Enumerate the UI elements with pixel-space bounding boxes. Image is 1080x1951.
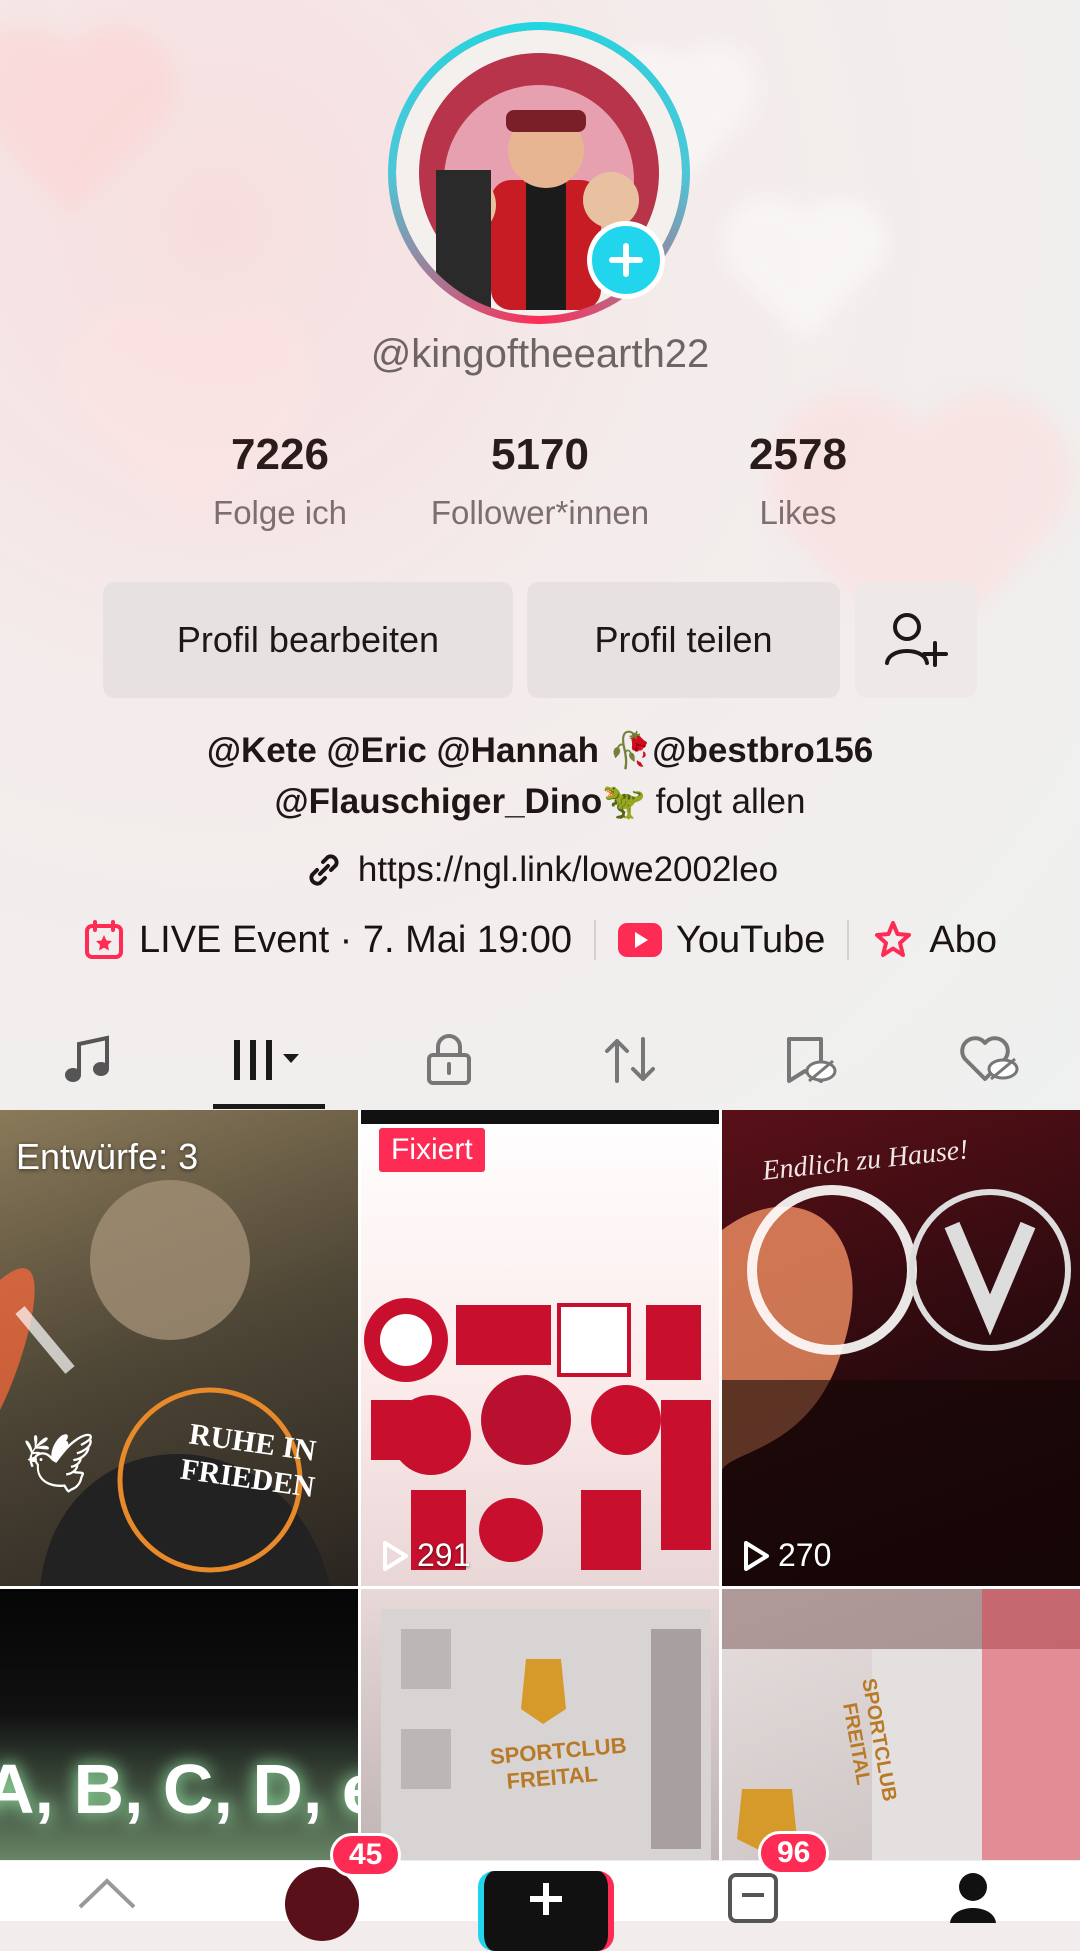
bio-link-text: https://ngl.link/lowe2002leo (357, 850, 779, 889)
youtube-label: YouTube (676, 918, 826, 961)
stat-following-label: Folge ich (213, 494, 347, 531)
stat-followers-value: 5170 (491, 430, 589, 479)
drafts-thumbnail (0, 1180, 330, 1586)
stat-following-value: 7226 (231, 430, 329, 479)
pinned-badge: Fixiert (379, 1128, 485, 1172)
profile-avatar[interactable] (388, 22, 690, 324)
bottom-navigation: 45 96 (0, 1831, 1080, 1951)
stat-likes-label: Likes (759, 494, 837, 531)
tab-music[interactable] (13, 1010, 163, 1110)
thumbnail-text: A, B, C, D, e (0, 1750, 358, 1828)
profile-username: @kingoftheearth22 (370, 332, 710, 376)
edit-profile-button[interactable]: Profil bearbeiten (103, 582, 513, 698)
nav-create[interactable] (478, 1871, 614, 1951)
video-tile[interactable]: SPORTCLUB FREITAL (722, 1589, 1080, 1867)
divider (847, 920, 850, 960)
heart-bokeh (0, 24, 175, 215)
view-count-value: 291 (417, 1537, 471, 1573)
drafts-label: Entwürfe: 3 (16, 1136, 199, 1177)
friends-avatar (285, 1867, 359, 1941)
stat-followers-label: Follower*innen (430, 494, 650, 531)
add-friends-button[interactable] (855, 582, 977, 698)
building-thumbnail (381, 1609, 711, 1867)
calendar-icon (85, 920, 124, 959)
pinned-video-tile[interactable]: Fixiert 291 (361, 1110, 719, 1586)
view-count: 291 (381, 1537, 470, 1574)
nav-friends[interactable] (285, 1867, 359, 1941)
stat-likes[interactable]: 2578 Likes (668, 430, 928, 532)
stat-following[interactable]: 7226 Folge ich (150, 430, 410, 532)
view-count: 270 (742, 1537, 831, 1574)
view-count-value: 270 (778, 1537, 832, 1573)
live-event-label: LIVE Event · 7. Mai 19:00 (139, 918, 573, 961)
inbox-icon (728, 1873, 778, 1923)
nav-inbox[interactable] (726, 1871, 780, 1930)
play-icon (744, 1540, 769, 1571)
repost-icon (605, 1037, 655, 1083)
divider (594, 920, 597, 960)
home-icon (78, 1878, 136, 1909)
heart-bokeh (723, 196, 887, 344)
tab-private[interactable] (374, 1010, 524, 1110)
grid-videos-icon (234, 1040, 299, 1080)
stat-followers[interactable]: 5170 Follower*innen (410, 430, 670, 532)
video-tile[interactable]: Endlich zu Hause! 270 (722, 1110, 1080, 1586)
video-tile[interactable]: A, B, C, D, e (0, 1589, 358, 1867)
bio-mention-dino[interactable]: @Flauschiger_Dino (275, 782, 603, 821)
stat-likes-value: 2578 (749, 430, 847, 479)
youtube-icon (618, 923, 663, 957)
lock-icon (427, 1034, 471, 1085)
dove-icon: 🕊 (22, 1431, 96, 1496)
drafts-tile[interactable]: RUHE IN FRIEDEN 🕊 Entwürfe: 3 (0, 1110, 358, 1586)
bio-line-1: @Kete @Eric @Hannah 🥀@bestbro156 (0, 730, 1080, 771)
plus-icon (609, 243, 643, 277)
music-note-icon (65, 1035, 109, 1082)
add-story-button[interactable] (587, 221, 665, 299)
tab-saved[interactable] (735, 1010, 885, 1110)
bio-dino-emoji: 🦖 (602, 782, 646, 821)
club-badges-thumbnail (361, 1110, 719, 1570)
create-button (478, 1871, 614, 1951)
bookmark-hidden-icon (787, 1037, 837, 1083)
add-user-icon (885, 613, 948, 667)
link-icon (309, 854, 339, 886)
nav-home[interactable] (72, 1867, 142, 1926)
profile-events-row: LIVE Event · 7. Mai 19:00 YouTube Abo (0, 918, 1080, 962)
friends-badge: 45 (330, 1833, 402, 1877)
video-tile[interactable]: SPORTCLUB FREITAL (361, 1589, 719, 1867)
youtube-link-chip[interactable]: YouTube (618, 919, 825, 962)
video-grid: RUHE IN FRIEDEN 🕊 Entwürfe: 3 Fixiert 29… (0, 1110, 1080, 1867)
profile-tabs (0, 1010, 1080, 1110)
inbox-badge: 96 (758, 1831, 830, 1875)
live-event-chip[interactable]: LIVE Event · 7. Mai 19:00 (83, 919, 572, 962)
bio-follow-text: folgt allen (645, 782, 806, 821)
bio-mentions[interactable]: @Kete @Eric @Hannah 🥀@bestbro156 (207, 731, 873, 770)
building-thumbnail (722, 1589, 1080, 1867)
heart-hidden-icon (960, 1036, 1019, 1081)
thumbnail-text: SPORTCLUB FREITAL (488, 1732, 628, 1794)
nav-profile[interactable] (948, 1869, 998, 1928)
share-profile-button[interactable]: Profil teilen (527, 582, 840, 698)
tab-videos[interactable] (194, 1010, 344, 1110)
bio-line-2: @Flauschiger_Dino🦖 folgt allen (0, 781, 1080, 822)
tab-reposts[interactable] (555, 1010, 705, 1110)
active-tab-indicator (213, 1104, 325, 1109)
subscription-chip[interactable]: Abo (871, 918, 997, 962)
star-badge-icon (875, 921, 912, 957)
tab-liked[interactable] (915, 1010, 1065, 1110)
profile-icon (950, 1873, 996, 1923)
play-icon (383, 1540, 408, 1571)
bio-link[interactable]: https://ngl.link/lowe2002leo (0, 848, 1080, 892)
plus-icon (530, 1883, 562, 1915)
subscription-label: Abo (929, 918, 997, 961)
